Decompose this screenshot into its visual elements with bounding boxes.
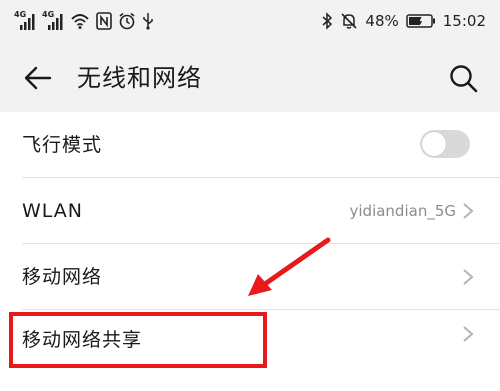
toggle-knob — [422, 132, 446, 156]
wlan-network-name: yidiandian_5G — [349, 202, 457, 220]
settings-item-label: 飞行模式 — [22, 134, 103, 156]
chevron-right-icon — [463, 203, 474, 219]
annotation-arrow-icon — [248, 237, 331, 296]
nfc-icon — [96, 12, 112, 30]
screen: 4G 4G 48% 15:02 无线和网络 飞行模式 WLAN yidiandi… — [0, 0, 500, 391]
status-bar-left: 4G 4G — [14, 9, 154, 33]
arrow-left-icon — [24, 66, 52, 90]
annotation-highlight-box — [9, 312, 267, 368]
sim2-signal-icon: 4G — [42, 11, 64, 31]
search-icon — [450, 65, 478, 93]
search-button[interactable] — [446, 61, 480, 95]
back-button[interactable] — [22, 62, 54, 94]
battery-percent: 48% — [365, 12, 399, 30]
mute-icon — [341, 13, 357, 29]
wifi-icon — [71, 14, 89, 29]
status-bar-right: 48% 15:02 — [321, 9, 486, 33]
settings-item-airplane-mode[interactable]: 飞行模式 — [0, 112, 500, 178]
settings-item-label: WLAN — [22, 200, 84, 222]
alarm-icon — [119, 12, 135, 30]
bluetooth-icon — [322, 12, 333, 30]
battery-icon — [406, 14, 435, 28]
page-title: 无线和网络 — [77, 64, 202, 92]
settings-item-label: 移动网络 — [22, 266, 103, 288]
sim1-signal-icon: 4G — [14, 11, 36, 31]
status-bar: 4G 4G 48% 15:02 — [0, 0, 500, 44]
airplane-mode-toggle[interactable] — [420, 130, 470, 158]
toolbar: 无线和网络 — [0, 44, 500, 112]
chevron-right-icon — [463, 326, 474, 342]
usb-icon — [143, 13, 153, 30]
clock: 15:02 — [442, 12, 486, 30]
chevron-right-icon — [463, 269, 474, 285]
